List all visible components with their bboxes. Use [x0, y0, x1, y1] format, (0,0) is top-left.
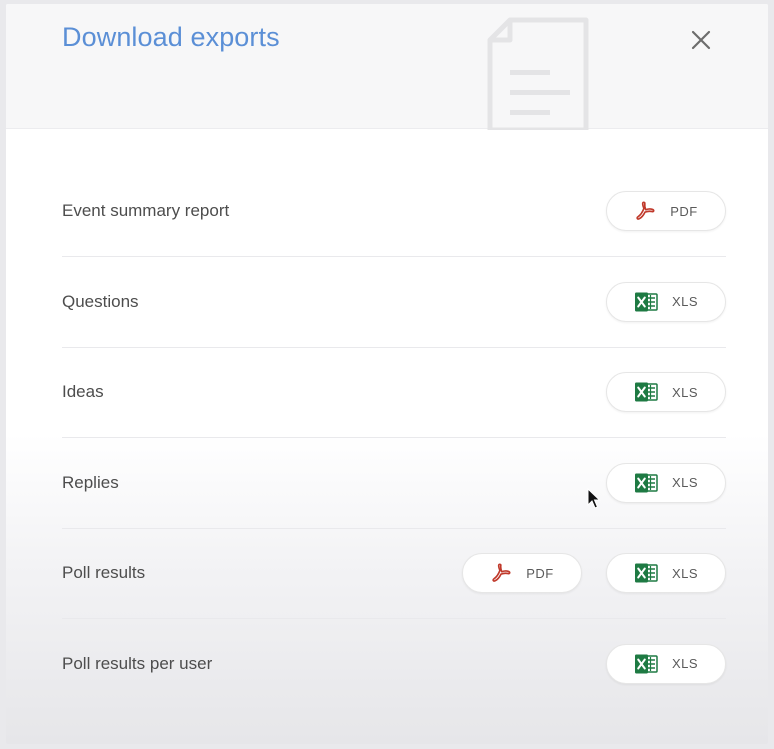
- export-buttons: PDF XLS: [462, 553, 726, 593]
- export-row-label: Poll results per user: [62, 653, 213, 673]
- document-icon: [484, 12, 594, 133]
- export-row: Questions XLS: [62, 257, 726, 348]
- export-buttons: XLS: [606, 372, 726, 412]
- download-button-label: XLS: [671, 384, 699, 400]
- download-xls-button[interactable]: XLS: [606, 553, 726, 593]
- export-row-label: Event summary report: [62, 201, 230, 220]
- download-exports-dialog: Download exports Event summary report PDF…: [6, 4, 768, 744]
- download-pdf-button[interactable]: PDF: [462, 553, 582, 593]
- download-button-label: PDF: [526, 565, 554, 581]
- pdf-icon: [490, 562, 512, 584]
- pdf-icon: [634, 200, 656, 222]
- mouse-cursor-icon: [587, 487, 601, 515]
- download-button-label: PDF: [670, 203, 698, 219]
- export-row: Poll results PDF XLS: [62, 528, 726, 619]
- download-button-label: XLS: [671, 294, 699, 309]
- export-row: Ideas XLS: [62, 347, 726, 438]
- export-row-label: Replies: [62, 472, 119, 492]
- close-button[interactable]: [686, 27, 716, 57]
- excel-icon: [634, 653, 658, 675]
- export-row: Poll results per user XLS: [62, 619, 726, 709]
- export-row-label: Ideas: [62, 382, 104, 401]
- excel-icon: [634, 381, 658, 403]
- export-row: Event summary report PDF: [62, 166, 726, 257]
- dialog-header: Download exports: [6, 4, 768, 133]
- close-icon: [691, 30, 711, 55]
- download-button-label: XLS: [671, 565, 699, 581]
- excel-icon: [634, 291, 658, 313]
- download-xls-button[interactable]: XLS: [606, 643, 726, 684]
- export-row-label: Poll results: [62, 563, 146, 582]
- dialog-title: Download exports: [62, 22, 280, 52]
- export-buttons: XLS: [606, 643, 726, 684]
- export-row: Replies XLS: [62, 438, 726, 529]
- download-button-label: XLS: [671, 656, 699, 671]
- excel-icon: [634, 562, 658, 584]
- export-buttons: PDF: [606, 191, 726, 231]
- export-buttons: XLS: [606, 281, 726, 322]
- download-xls-button[interactable]: XLS: [606, 462, 726, 503]
- download-button-label: XLS: [671, 475, 699, 490]
- export-buttons: XLS: [606, 462, 726, 503]
- download-xls-button[interactable]: XLS: [606, 281, 726, 322]
- download-pdf-button[interactable]: PDF: [606, 191, 726, 231]
- export-row-label: Questions: [62, 291, 139, 311]
- download-xls-button[interactable]: XLS: [606, 372, 726, 412]
- excel-icon: [634, 472, 658, 494]
